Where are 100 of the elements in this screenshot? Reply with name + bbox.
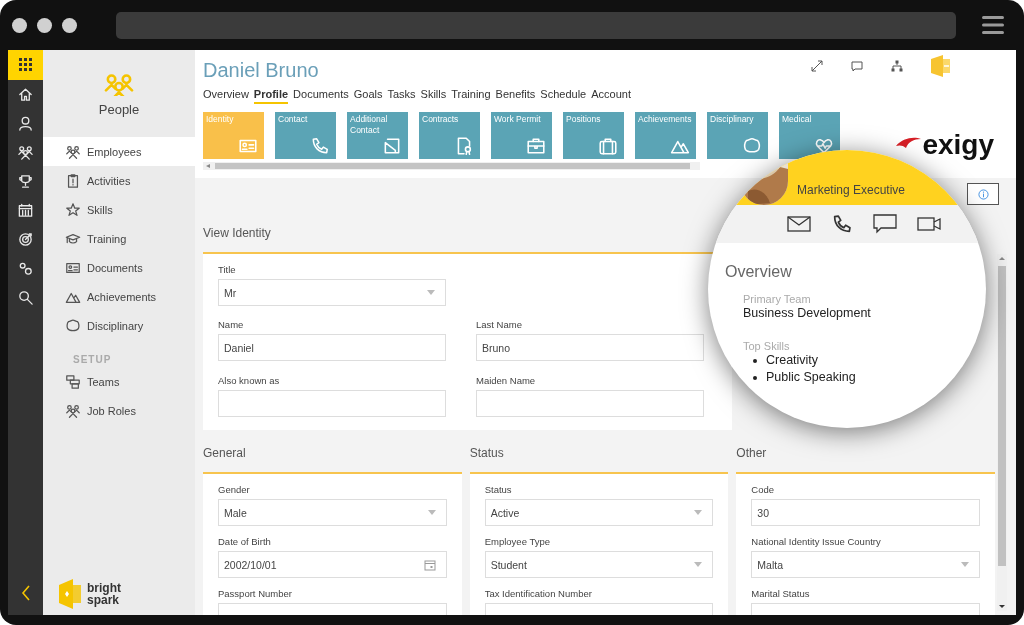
sidebar-item[interactable]: Job Roles bbox=[43, 396, 195, 425]
field-label: Date of Birth bbox=[218, 536, 271, 547]
tab[interactable]: Benefits bbox=[495, 88, 536, 104]
section-heading: View Identity bbox=[203, 226, 271, 240]
date-field[interactable]: 2002/10/01 bbox=[218, 551, 447, 578]
input-field[interactable] bbox=[218, 389, 446, 417]
clipboard-icon bbox=[65, 172, 81, 189]
target-icon[interactable] bbox=[17, 231, 34, 248]
field-label: Last Name bbox=[476, 319, 522, 331]
info-icon bbox=[977, 188, 989, 200]
phone-icon[interactable] bbox=[831, 213, 853, 235]
logo: bright spark bbox=[43, 579, 195, 615]
tab[interactable]: Skills bbox=[420, 88, 447, 104]
caret-icon bbox=[961, 562, 969, 567]
field-label: Also known as bbox=[218, 374, 280, 386]
field-label: Gender bbox=[218, 484, 250, 495]
field-label: Employee Type bbox=[484, 536, 550, 547]
tab[interactable]: Profile bbox=[253, 88, 289, 104]
star-icon bbox=[65, 201, 81, 218]
field-label: Primary Team bbox=[743, 293, 812, 305]
tab[interactable]: Overview bbox=[203, 88, 249, 104]
caret-icon bbox=[427, 510, 436, 515]
suitcase-icon bbox=[598, 136, 618, 156]
logo: exigy bbox=[894, 131, 994, 159]
input-field[interactable]: Bruno bbox=[476, 334, 704, 362]
trophy-icon[interactable] bbox=[17, 173, 34, 190]
person-icon[interactable] bbox=[17, 115, 34, 132]
group-icon[interactable] bbox=[17, 144, 34, 161]
dropdown[interactable]: Active bbox=[484, 499, 714, 526]
grid-icon bbox=[18, 58, 33, 72]
dropdown[interactable]: Male bbox=[218, 499, 447, 526]
apps-button[interactable] bbox=[8, 50, 43, 80]
input-field[interactable]: 30 bbox=[751, 499, 980, 526]
sidebar-item[interactable]: Activities bbox=[43, 166, 195, 195]
job-title: Marketing Executive bbox=[797, 183, 906, 197]
scrollbar[interactable] bbox=[203, 162, 700, 170]
field-label: Maiden Name bbox=[476, 374, 536, 386]
chat-icon[interactable] bbox=[873, 214, 897, 234]
calendar-icon[interactable] bbox=[17, 202, 34, 219]
caret-icon bbox=[694, 562, 703, 567]
window-control-button[interactable] bbox=[12, 17, 27, 33]
section-heading: Overview bbox=[725, 263, 793, 281]
group-icon bbox=[65, 402, 81, 419]
window-control-button[interactable] bbox=[62, 17, 77, 33]
shield-icon bbox=[742, 136, 762, 156]
section-heading: SETUP bbox=[72, 353, 113, 367]
dropdown[interactable]: Malta bbox=[751, 551, 980, 578]
field-label: National Identity Issue Country bbox=[751, 536, 881, 547]
sidebar-item[interactable]: Teams bbox=[43, 367, 195, 396]
sidebar-item[interactable]: Achievements bbox=[43, 282, 195, 311]
menu-icon[interactable] bbox=[982, 16, 1004, 34]
video-camera-icon[interactable] bbox=[917, 217, 941, 231]
field-label: Title bbox=[218, 264, 236, 275]
org-chart-icon[interactable] bbox=[891, 60, 903, 72]
search-icon[interactable] bbox=[17, 289, 34, 306]
tab[interactable]: Goals bbox=[353, 88, 383, 104]
caret-icon bbox=[427, 290, 435, 295]
tab[interactable]: Account bbox=[591, 88, 631, 104]
field-label: Passport Number bbox=[218, 588, 292, 599]
caret-icon bbox=[694, 510, 703, 515]
input-field[interactable] bbox=[476, 389, 704, 417]
group-icon bbox=[65, 143, 81, 160]
section-heading: Status bbox=[469, 446, 504, 460]
info-button[interactable] bbox=[967, 183, 999, 205]
field-label: Tax Identification Number bbox=[484, 588, 592, 599]
bullet-icon bbox=[753, 375, 757, 380]
chat-icon[interactable] bbox=[851, 60, 863, 72]
expand-icon[interactable] bbox=[811, 60, 823, 72]
sidebar-item[interactable]: Skills bbox=[43, 195, 195, 224]
skill-item: Public Speaking bbox=[766, 369, 856, 386]
chevron-left-icon[interactable] bbox=[20, 585, 31, 601]
input-field[interactable]: Daniel bbox=[218, 334, 446, 362]
sidebar-item[interactable]: Employees bbox=[43, 137, 195, 166]
field-label: Marital Status bbox=[751, 588, 810, 599]
dropdown[interactable]: Student bbox=[484, 551, 714, 578]
skill-item: Creativity bbox=[766, 352, 819, 369]
phone-icon bbox=[310, 136, 330, 156]
sidebar-item[interactable]: Training bbox=[43, 224, 195, 253]
page-title: Daniel Bruno bbox=[203, 59, 319, 82]
section-heading: General bbox=[203, 446, 246, 460]
section-heading: Other bbox=[736, 446, 767, 460]
calendar-icon bbox=[423, 558, 436, 571]
tab[interactable]: Training bbox=[451, 88, 491, 104]
window-control-button[interactable] bbox=[37, 17, 52, 33]
sidebar-item[interactable]: Documents bbox=[43, 253, 195, 282]
mail-icon[interactable] bbox=[787, 216, 811, 232]
gears-icon[interactable] bbox=[17, 260, 34, 277]
shield-icon bbox=[65, 317, 81, 334]
home-icon[interactable] bbox=[17, 86, 34, 103]
bullet-icon bbox=[753, 358, 757, 363]
tab[interactable]: Documents bbox=[293, 88, 349, 104]
sidebar-item[interactable]: Disciplinary bbox=[43, 311, 195, 340]
field-label: Name bbox=[218, 319, 244, 331]
field-label: Code bbox=[751, 484, 775, 495]
dropdown[interactable]: Mr bbox=[218, 279, 446, 306]
tab[interactable]: Schedule bbox=[540, 88, 587, 104]
tab[interactable]: Tasks bbox=[387, 88, 416, 104]
module-title: People bbox=[98, 102, 140, 117]
scrollbar[interactable] bbox=[997, 254, 1007, 611]
document-icon bbox=[382, 136, 402, 156]
